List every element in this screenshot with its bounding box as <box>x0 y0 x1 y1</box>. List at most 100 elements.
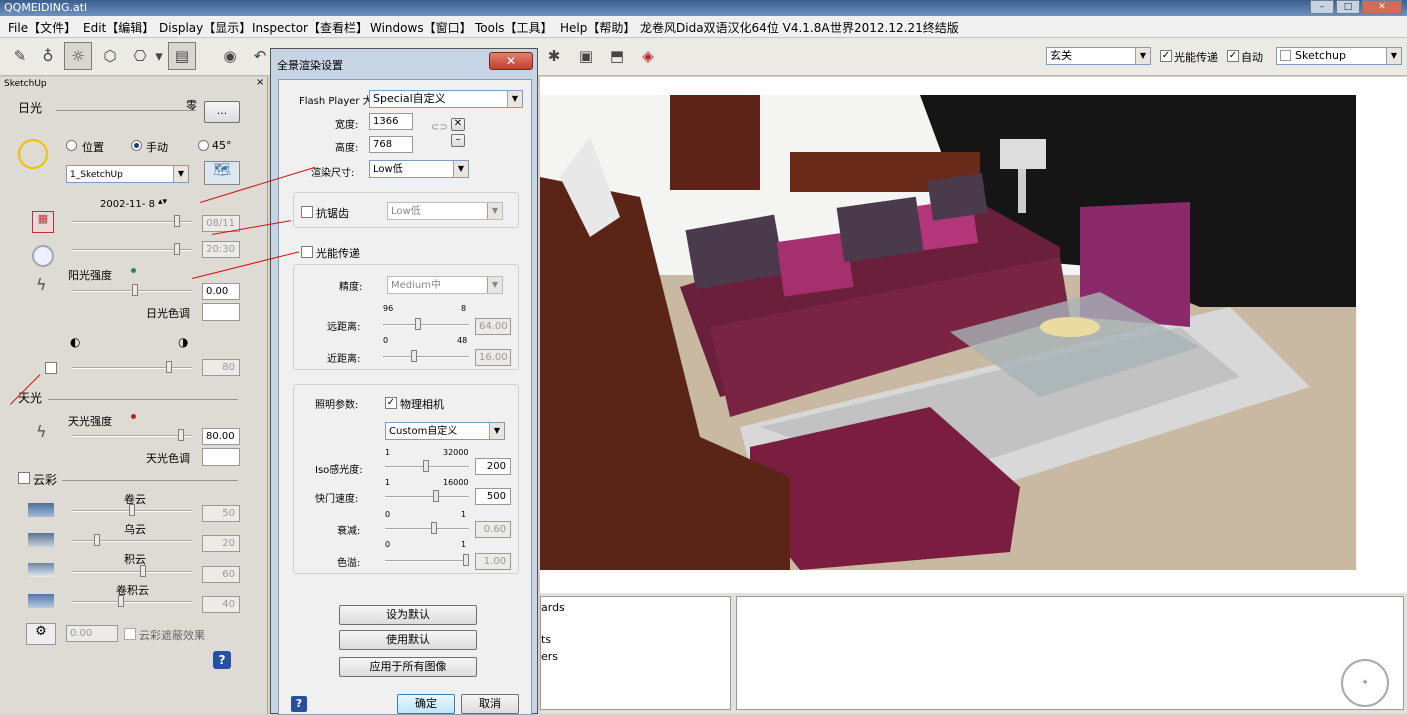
paint-icon[interactable]: ✎ <box>6 42 34 70</box>
tint-field[interactable]: 1.00 <box>475 553 511 570</box>
menu-inspector[interactable]: Inspector【查看栏】 <box>252 19 368 36</box>
cloud1-thumb[interactable] <box>129 504 135 516</box>
physical-camera-checkbox[interactable]: ✓ <box>385 397 397 409</box>
list-panel[interactable]: ards ts ers <box>540 596 731 710</box>
cloud3-field[interactable]: 60 <box>202 566 240 583</box>
close-size-button[interactable]: ✕ <box>451 118 465 131</box>
camera-select[interactable]: 玄关 ▼ <box>1046 47 1151 65</box>
render-viewport[interactable] <box>540 77 1407 593</box>
list-item[interactable]: ts <box>541 633 551 646</box>
render-size-select[interactable]: Low低 ▼ <box>369 160 469 178</box>
shadow-slider-thumb[interactable] <box>166 361 172 373</box>
cancel-button[interactable]: 取消 <box>461 694 519 714</box>
iso-slider[interactable] <box>385 460 469 472</box>
time-field[interactable]: 20:30 <box>202 241 240 258</box>
menu-tools[interactable]: Tools【工具】 <box>475 19 553 36</box>
help-icon[interactable]: ? <box>291 696 307 712</box>
render-icon[interactable]: ◉ <box>216 42 244 70</box>
sun-preset-button[interactable]: ... <box>204 101 240 123</box>
close-icon[interactable]: × <box>256 77 264 88</box>
cloud-offset-field[interactable]: 0.00 <box>66 625 118 642</box>
iso-field[interactable]: 200 <box>475 458 511 475</box>
apply-all-button[interactable]: 应用于所有图像 <box>339 657 477 677</box>
sun-color-swatch[interactable] <box>202 303 240 321</box>
sun-settings-icon[interactable]: ☼ <box>64 42 92 70</box>
radio-position[interactable] <box>66 140 77 151</box>
cloud4-slider[interactable] <box>72 595 192 607</box>
source-select[interactable]: Sketchup ▼ <box>1276 47 1402 65</box>
cloud4-thumb[interactable] <box>118 595 124 607</box>
cloud-shadow-checkbox[interactable] <box>124 628 136 640</box>
cloud4-field[interactable]: 40 <box>202 596 240 613</box>
cloud2-slider[interactable] <box>72 534 192 546</box>
gi-dialog-checkbox[interactable] <box>301 246 313 258</box>
sky-color-swatch[interactable] <box>202 448 240 466</box>
menu-edit[interactable]: Edit【编辑】 <box>83 19 154 36</box>
cloud-offset-icon[interactable]: ⚙ <box>26 623 56 645</box>
far-slider-thumb[interactable] <box>415 318 421 330</box>
list-item[interactable]: ers <box>541 650 558 663</box>
antialias-checkbox[interactable] <box>301 206 313 218</box>
cloud2-thumb[interactable] <box>94 534 100 546</box>
precision-select[interactable]: Medium中 ▼ <box>387 276 503 294</box>
ok-button[interactable]: 确定 <box>397 694 455 714</box>
sky-intensity-thumb[interactable] <box>178 429 184 441</box>
tint-slider[interactable] <box>385 554 469 566</box>
flash-select[interactable]: Special自定义 ▼ <box>369 90 523 108</box>
shutter-field[interactable]: 500 <box>475 488 511 505</box>
date-spin-icon[interactable]: ▴▾ <box>158 197 167 207</box>
sky-intensity-field[interactable]: 80.00 <box>202 428 240 445</box>
cloud1-field[interactable]: 50 <box>202 505 240 522</box>
shadow-field[interactable]: 80 <box>202 359 240 376</box>
help-icon[interactable]: ? <box>213 651 231 669</box>
date-slider[interactable] <box>72 215 192 227</box>
near-slider-thumb[interactable] <box>411 350 417 362</box>
shutter-slider[interactable] <box>385 490 469 502</box>
sun-intensity-thumb[interactable] <box>132 284 138 296</box>
far-slider[interactable] <box>383 318 469 330</box>
near-field[interactable]: 16.00 <box>475 349 511 366</box>
menu-windows[interactable]: Windows【窗口】 <box>370 19 472 36</box>
tint-slider-thumb[interactable] <box>463 554 469 566</box>
dropdown-arrow-icon[interactable]: ▾ <box>152 42 166 70</box>
dialog-close-button[interactable]: ✕ <box>489 52 533 70</box>
gear-icon[interactable]: ✱ <box>540 42 568 70</box>
shutter-slider-thumb[interactable] <box>433 490 439 502</box>
object-icon[interactable]: ⬡ <box>96 42 124 70</box>
panel-icon[interactable]: ▤ <box>168 42 196 70</box>
gi-checkbox[interactable]: ✓ <box>1160 50 1172 62</box>
width-field[interactable]: 1366 <box>369 113 413 130</box>
shadow-checkbox[interactable] <box>45 362 57 374</box>
set-default-button[interactable]: 设为默认 <box>339 605 477 625</box>
menu-help[interactable]: Help【帮助】 <box>560 19 635 36</box>
time-slider[interactable] <box>72 243 192 255</box>
height-field[interactable]: 768 <box>369 136 413 153</box>
iso-slider-thumb[interactable] <box>423 460 429 472</box>
render-export-icon[interactable]: ◈ <box>634 42 662 70</box>
menu-display[interactable]: Display【显示】 <box>159 19 251 36</box>
antialias-select[interactable]: Low低 ▼ <box>387 202 503 220</box>
maximize-button[interactable]: □ <box>1336 0 1360 14</box>
preview-panel[interactable]: ✦ <box>736 596 1404 710</box>
falloff-slider[interactable] <box>385 522 469 534</box>
cloud2-field[interactable]: 20 <box>202 535 240 552</box>
cloud3-slider[interactable] <box>72 565 192 577</box>
radio-manual[interactable] <box>131 140 142 151</box>
near-slider[interactable] <box>383 350 469 362</box>
list-item[interactable]: ards <box>541 601 565 614</box>
camera-preset-select[interactable]: Custom自定义 ▼ <box>385 422 505 440</box>
minimize-button[interactable]: – <box>1310 0 1334 14</box>
radio-45[interactable] <box>198 140 209 151</box>
minus-size-button[interactable]: – <box>451 134 465 147</box>
sky-intensity-slider[interactable] <box>72 429 192 441</box>
light-bulb-icon[interactable]: ♁ <box>34 42 62 70</box>
falloff-slider-thumb[interactable] <box>431 522 437 534</box>
location-select[interactable]: 1_SketchUp ▼ <box>66 165 189 183</box>
cloud1-slider[interactable] <box>72 504 192 516</box>
sun-intensity-slider[interactable] <box>72 284 192 296</box>
falloff-field[interactable]: 0.60 <box>475 521 511 538</box>
cloud3-thumb[interactable] <box>140 565 146 577</box>
camera-icon[interactable]: ⎔ <box>126 42 154 70</box>
link-icon[interactable]: ⊂⊃ <box>431 122 448 133</box>
time-slider-thumb[interactable] <box>174 243 180 255</box>
